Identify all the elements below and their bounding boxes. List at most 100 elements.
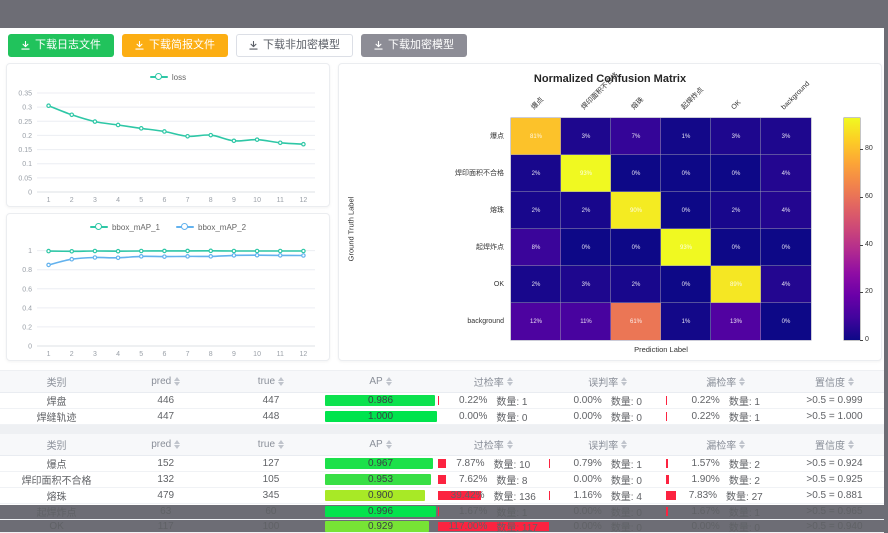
- matrix-cell: 2%: [511, 266, 561, 303]
- column-header-true[interactable]: true: [218, 434, 323, 456]
- matrix-cell: 2%: [561, 192, 611, 229]
- header-label: 误判率: [588, 437, 618, 452]
- overkill-cell: 7.87%数量: 10: [438, 456, 549, 472]
- sort-icon[interactable]: [386, 440, 392, 449]
- ap-cell: 0.953: [324, 472, 438, 488]
- column-header-AP[interactable]: AP: [324, 434, 438, 456]
- sort-icon[interactable]: [621, 440, 627, 449]
- column-header-误判率[interactable]: 误判率: [549, 371, 667, 393]
- download-button-4[interactable]: 下载加密模型: [361, 34, 467, 57]
- column-header-置信度[interactable]: 置信度: [785, 371, 884, 393]
- summary-table-1: 类别predtrueAP过检率误判率漏检率置信度焊盘4464470.9860.2…: [0, 370, 884, 425]
- misjudge-cell: 0.79%数量: 1: [549, 456, 667, 472]
- class-name-cell: OK: [0, 520, 113, 533]
- overkill-cell: 1.67%数量: 1: [438, 504, 549, 520]
- confidence-cell: >0.5 = 0.999: [785, 393, 884, 409]
- sort-icon[interactable]: [739, 377, 745, 386]
- ap-cell: 0.900: [324, 488, 438, 504]
- miss-cell: 1.57%数量: 2: [666, 456, 784, 472]
- pred-cell: 132: [113, 472, 218, 488]
- column-header-类别: 类别: [0, 434, 113, 456]
- colorbar-tick: 40: [865, 241, 873, 248]
- misjudge-cell: 1.16%数量: 4: [549, 488, 667, 504]
- overkill-cell: 0.22%数量: 1: [438, 393, 549, 409]
- sort-icon[interactable]: [848, 440, 854, 449]
- sort-icon[interactable]: [278, 377, 284, 386]
- misjudge-cell: 0.00%数量: 0: [549, 472, 667, 488]
- column-header-漏检率[interactable]: 漏检率: [666, 434, 784, 456]
- class-name-cell: 熔珠: [0, 488, 113, 504]
- column-header-pred[interactable]: pred: [113, 371, 218, 393]
- legend-item-bbox_mAP_2[interactable]: bbox_mAP_2: [176, 223, 246, 232]
- confidence-cell: >0.5 = 0.925: [785, 472, 884, 488]
- overkill-bar: [438, 459, 447, 468]
- table-row: 焊印面积不合格1321050.9537.62%数量: 80.00%数量: 01.…: [0, 472, 884, 488]
- download-button-1[interactable]: 下载日志文件: [8, 34, 114, 57]
- y-axis-title: Ground Truth Label: [347, 197, 356, 262]
- confidence-cell: >0.5 = 1.000: [785, 409, 884, 425]
- download-icon: [135, 41, 144, 50]
- sort-icon[interactable]: [848, 377, 854, 386]
- true-cell: 100: [218, 520, 323, 533]
- legend-label: bbox_mAP_2: [198, 223, 246, 232]
- row-label: 爆点: [339, 118, 504, 155]
- true-cell: 60: [218, 504, 323, 520]
- matrix-cell: 61%: [611, 303, 661, 340]
- toolbar: 下载日志文件下载简报文件下载非加密模型下载加密模型: [0, 28, 884, 61]
- miss-cell: 1.90%数量: 2: [666, 472, 784, 488]
- svg-text:4: 4: [116, 351, 120, 358]
- column-header-误判率[interactable]: 误判率: [549, 434, 667, 456]
- matrix-cell: 0%: [711, 155, 761, 192]
- column-header-true[interactable]: true: [218, 371, 323, 393]
- svg-text:3: 3: [93, 351, 97, 358]
- column-header-置信度[interactable]: 置信度: [785, 434, 884, 456]
- column-header-过检率[interactable]: 过检率: [438, 434, 549, 456]
- svg-text:10: 10: [253, 197, 261, 204]
- header-label: true: [258, 439, 275, 450]
- legend-item-bbox_mAP_1[interactable]: bbox_mAP_1: [90, 223, 160, 232]
- svg-text:11: 11: [277, 197, 284, 204]
- sort-icon[interactable]: [739, 440, 745, 449]
- class-name-cell: 焊盘: [0, 393, 113, 409]
- matrix-cell: 2%: [511, 192, 561, 229]
- confidence-cell: >0.5 = 0.881: [785, 488, 884, 504]
- legend-item-loss[interactable]: loss: [150, 73, 186, 82]
- row-label: background: [339, 303, 504, 340]
- charts-area: loss00.050.10.150.20.250.30.351234567891…: [0, 61, 884, 361]
- column-header-pred[interactable]: pred: [113, 434, 218, 456]
- matrix-cell: 3%: [761, 118, 811, 155]
- matrix-cell: 0%: [661, 192, 711, 229]
- matrix-cell: 1%: [661, 118, 711, 155]
- sort-icon[interactable]: [174, 440, 180, 449]
- true-cell: 448: [218, 409, 323, 425]
- header-label: 过检率: [474, 374, 504, 389]
- matrix-cell: 90%: [611, 192, 661, 229]
- sort-icon[interactable]: [621, 377, 627, 386]
- sort-icon[interactable]: [174, 377, 180, 386]
- download-button-3[interactable]: 下载非加密模型: [236, 34, 353, 57]
- sort-icon[interactable]: [507, 440, 513, 449]
- column-header-过检率[interactable]: 过检率: [438, 371, 549, 393]
- svg-text:3: 3: [93, 197, 97, 204]
- map-chart-card: bbox_mAP_1bbox_mAP_200.20.40.60.81123456…: [6, 213, 330, 361]
- svg-text:0.3: 0.3: [22, 105, 32, 112]
- summary-table-2: 类别predtrueAP过检率误判率漏检率置信度爆点1521270.9677.8…: [0, 433, 884, 533]
- misjudge-cell: 0.00%数量: 0: [549, 393, 667, 409]
- column-header-AP[interactable]: AP: [324, 371, 438, 393]
- download-button-2[interactable]: 下载简报文件: [122, 34, 228, 57]
- svg-text:0.2: 0.2: [22, 133, 32, 140]
- miss-bar: [666, 491, 675, 500]
- svg-text:9: 9: [232, 351, 236, 358]
- miss-cell: 1.67%数量: 1: [666, 504, 784, 520]
- dashboard-page: 下载日志文件下载简报文件下载非加密模型下载加密模型 loss00.050.10.…: [0, 28, 884, 505]
- sort-icon[interactable]: [507, 377, 513, 386]
- miss-bar: [666, 459, 668, 468]
- sort-icon[interactable]: [278, 440, 284, 449]
- sort-icon[interactable]: [386, 377, 392, 386]
- svg-text:12: 12: [300, 197, 308, 204]
- matrix-cell: 0%: [661, 155, 711, 192]
- colorbar: [844, 118, 860, 340]
- column-header-漏检率[interactable]: 漏检率: [666, 371, 784, 393]
- matrix-cell: 3%: [561, 118, 611, 155]
- download-icon: [21, 41, 30, 50]
